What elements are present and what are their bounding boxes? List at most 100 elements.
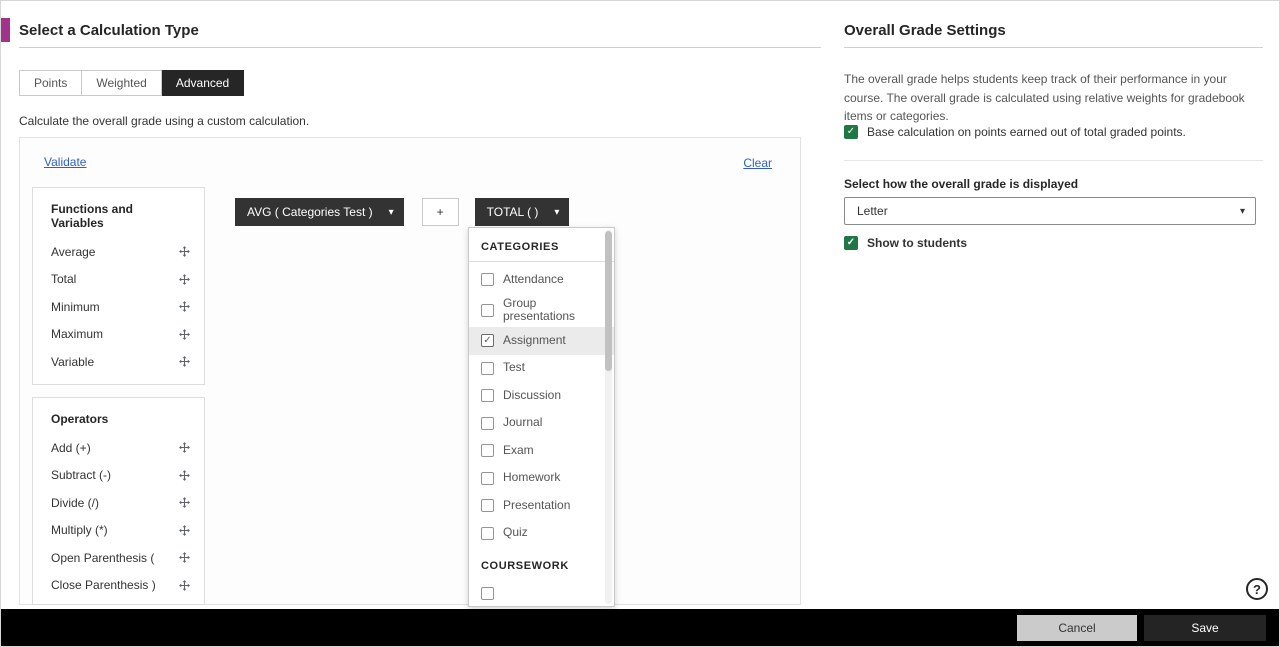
expression-canvas: AVG ( Categories Test ) ▾ + TOTAL ( ) ▾ [235,198,570,226]
checkbox[interactable] [481,361,494,375]
categories-dropdown: CATEGORIES Attendance Group presentation… [468,227,615,607]
validate-link[interactable]: Validate [44,155,86,169]
category-option-group-presentations[interactable]: Group presentations [469,294,614,328]
operator-item-close-paren[interactable]: Close Parenthesis ) [33,572,204,600]
checkbox[interactable] [481,499,494,513]
drag-move-icon[interactable] [178,300,191,313]
function-item-variable[interactable]: Variable [33,348,204,376]
operator-item-label: Subtract (-) [51,468,112,483]
help-button[interactable]: ? [1246,578,1268,600]
function-item-label: Maximum [51,327,104,342]
drag-move-icon[interactable] [178,245,191,258]
functions-panel: Functions and Variables Average Total Mi… [32,187,205,385]
drag-move-icon[interactable] [178,524,191,537]
base-calculation-label: Base calculation on points earned out of… [867,125,1186,139]
drag-move-icon[interactable] [178,496,191,509]
chip-label: TOTAL ( ) [486,205,539,219]
chip-label: AVG ( Categories Test ) [247,205,373,219]
base-calculation-checkbox-row[interactable]: Base calculation on points earned out of… [844,125,1186,139]
category-option-label: Discussion [503,387,562,402]
function-item-average[interactable]: Average [33,238,204,266]
checkbox[interactable] [481,526,494,540]
category-option-label: Attendance [503,271,564,286]
category-option-label: Journal [503,415,543,430]
tab-points[interactable]: Points [19,70,83,96]
chevron-down-icon: ▾ [1239,205,1245,217]
coursework-option-partial[interactable] [469,580,614,606]
function-item-label: Variable [51,354,95,369]
checkbox[interactable] [481,303,494,317]
save-button[interactable]: Save [1144,615,1266,641]
operator-item-subtract[interactable]: Subtract (-) [33,462,204,490]
tab-advanced[interactable]: Advanced [161,70,245,96]
drag-move-icon[interactable] [178,328,191,341]
functions-panel-title: Functions and Variables [51,202,133,230]
clear-link[interactable]: Clear [743,156,772,170]
operator-item-multiply[interactable]: Multiply (*) [33,517,204,545]
function-item-minimum[interactable]: Minimum [33,293,204,321]
divider [844,160,1263,161]
function-item-maximum[interactable]: Maximum [33,321,204,349]
overall-grade-description: The overall grade helps students keep tr… [844,72,1245,124]
operator-item-label: Add (+) [51,440,91,455]
function-item-label: Minimum [51,299,100,314]
display-mode-label: Select how the overall grade is displaye… [844,177,1079,191]
operator-item-add[interactable]: Add (+) [33,434,204,462]
operators-panel-title: Operators [51,412,109,426]
function-item-total[interactable]: Total [33,266,204,294]
base-calculation-checkbox[interactable] [844,125,858,139]
category-option-test[interactable]: Test [469,355,614,383]
category-option-label: Group presentations [503,295,576,324]
chip-label: + [436,205,444,219]
grade-display-value: Letter [857,204,888,218]
category-option-label: Test [503,360,526,375]
function-item-label: Total [51,272,77,287]
drag-move-icon[interactable] [178,355,191,368]
category-option-discussion[interactable]: Discussion [469,382,614,410]
chevron-down-icon: ▾ [388,206,394,218]
operators-panel: Operators Add (+) Subtract (-) Divide (/… [32,397,205,605]
operator-item-open-paren[interactable]: Open Parenthesis ( [33,544,204,572]
category-option-presentation[interactable]: Presentation [469,492,614,520]
checkbox[interactable] [481,471,494,485]
checkbox[interactable] [481,444,494,458]
checkbox[interactable] [481,389,494,403]
grade-display-select[interactable]: Letter ▾ [844,197,1256,225]
chevron-down-icon: ▾ [554,206,560,218]
category-option-label: Presentation [503,497,571,512]
drag-move-icon[interactable] [178,441,191,454]
category-option-quiz[interactable]: Quiz [469,520,614,548]
drag-move-icon[interactable] [178,579,191,592]
footer-action-bar: Cancel Save [1,609,1279,646]
checkbox[interactable] [481,273,494,287]
function-chip-total[interactable]: TOTAL ( ) ▾ [474,198,570,226]
category-option-assignment[interactable]: Assignment [469,327,614,355]
show-to-students-checkbox-row[interactable]: Show to students [844,236,967,250]
accent-marker [1,18,10,42]
category-option-exam[interactable]: Exam [469,437,614,465]
category-option-label: Exam [503,442,534,457]
category-option-attendance[interactable]: Attendance [469,266,614,294]
dropdown-section-header: COURSEWORK [481,560,569,573]
show-to-students-label: Show to students [867,236,967,250]
show-to-students-checkbox[interactable] [844,236,858,250]
tab-weighted[interactable]: Weighted [82,70,162,96]
divider [469,261,614,262]
operator-item-divide[interactable]: Divide (/) [33,489,204,517]
divider [19,47,821,48]
drag-move-icon[interactable] [178,273,191,286]
category-option-journal[interactable]: Journal [469,410,614,438]
operator-chip-plus[interactable]: + [421,198,459,226]
category-option-homework[interactable]: Homework [469,465,614,493]
function-chip-avg[interactable]: AVG ( Categories Test ) ▾ [235,198,404,226]
scrollbar-thumb[interactable] [605,231,612,371]
calc-type-tabs: Points Weighted Advanced [19,70,245,96]
dropdown-section-header: CATEGORIES [481,241,559,253]
checkbox[interactable] [481,587,494,601]
checkbox[interactable] [481,416,494,430]
drag-move-icon[interactable] [178,469,191,482]
scrollbar-track[interactable] [605,230,612,604]
checkbox[interactable] [481,334,494,348]
cancel-button[interactable]: Cancel [1017,615,1137,641]
drag-move-icon[interactable] [178,551,191,564]
